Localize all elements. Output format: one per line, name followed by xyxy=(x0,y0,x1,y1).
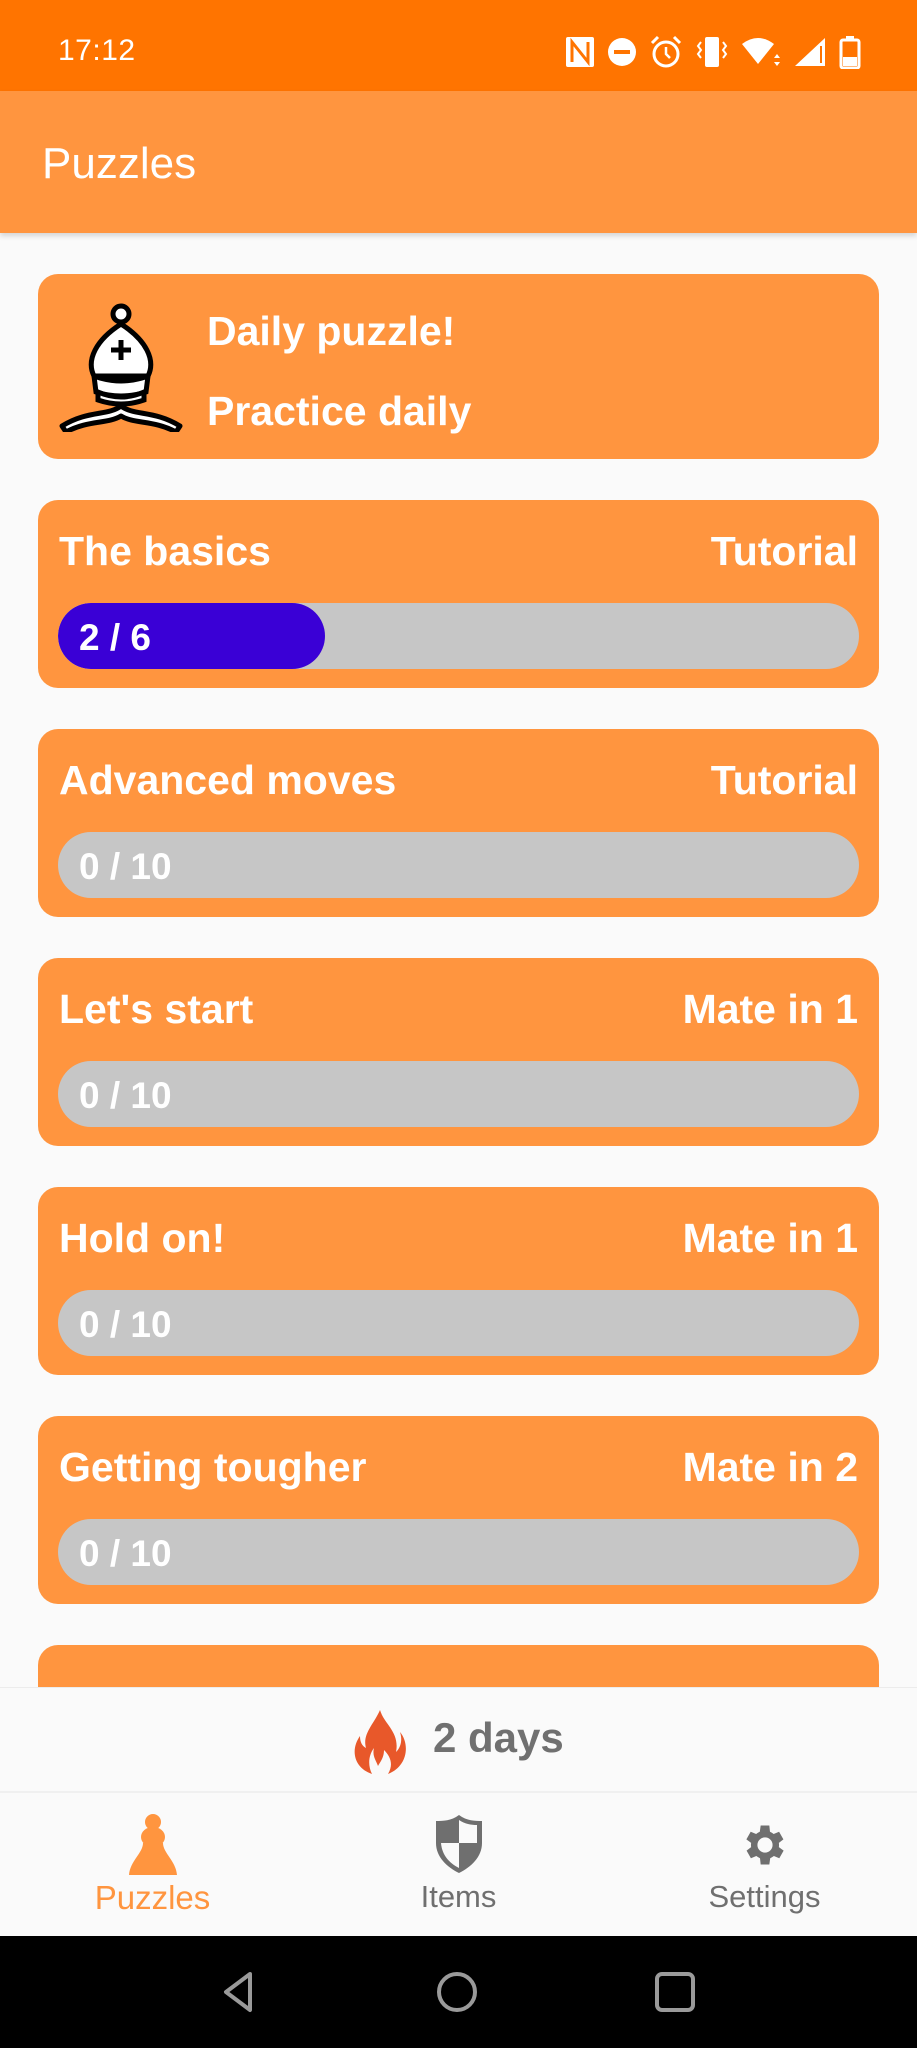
nav-item-items[interactable]: Items xyxy=(306,1793,611,1938)
puzzle-type: Mate in 1 xyxy=(682,986,858,1032)
progress-label: 0 / 10 xyxy=(79,1075,172,1116)
system-navigation-bar xyxy=(0,1936,917,2048)
chess-bishop-icon xyxy=(59,303,183,432)
battery-icon xyxy=(839,36,861,69)
streak-bar: 2 days xyxy=(0,1687,917,1791)
daily-puzzle-subtitle: Practice daily xyxy=(207,388,472,434)
progress-bar: 0 / 10 xyxy=(58,1519,859,1585)
puzzle-type: Tutorial xyxy=(710,757,858,803)
nav-item-puzzles[interactable]: Puzzles xyxy=(0,1793,305,1938)
vibrate-icon xyxy=(696,37,728,67)
bottom-nav: Puzzles Items Settings xyxy=(0,1791,917,1936)
progress-label: 2 / 6 xyxy=(79,617,151,658)
progress-label: 0 / 10 xyxy=(79,1533,172,1574)
puzzle-card[interactable]: Hold on! Mate in 1 0 / 10 xyxy=(38,1187,879,1375)
puzzle-card-partial[interactable] xyxy=(38,1645,879,1687)
app-bar: Puzzles xyxy=(0,91,917,233)
progress-bar: 0 / 10 xyxy=(58,1061,859,1127)
gear-icon xyxy=(745,1825,784,1865)
nfc-icon xyxy=(566,37,594,67)
puzzle-title: Let's start xyxy=(59,986,254,1032)
flame-icon xyxy=(354,1710,406,1774)
puzzle-type: Mate in 2 xyxy=(682,1444,858,1490)
back-icon[interactable] xyxy=(214,1966,266,2018)
puzzle-card[interactable]: Getting tougher Mate in 2 0 / 10 xyxy=(38,1416,879,1604)
puzzle-card[interactable]: The basics Tutorial 2 / 6 xyxy=(38,500,879,688)
puzzle-type: Tutorial xyxy=(710,528,858,574)
puzzle-title: The basics xyxy=(59,528,271,574)
alarm-icon xyxy=(650,35,682,68)
do-not-disturb-icon xyxy=(608,38,636,66)
puzzle-card[interactable]: Let's start Mate in 1 0 / 10 xyxy=(38,958,879,1146)
nav-label-items: Items xyxy=(420,1879,497,1914)
puzzle-title: Hold on! xyxy=(59,1215,226,1261)
status-bar: 17:12 xyxy=(0,0,917,91)
status-icons xyxy=(565,32,861,72)
progress-bar: 0 / 10 xyxy=(58,832,859,898)
cell-signal-icon xyxy=(795,38,825,66)
recents-icon[interactable] xyxy=(649,1966,701,2018)
status-time: 17:12 xyxy=(58,34,136,67)
progress-label: 0 / 10 xyxy=(79,846,172,887)
puzzle-list[interactable]: Daily puzzle! Practice daily The basics T… xyxy=(0,233,917,1687)
progress-bar: 0 / 10 xyxy=(58,1290,859,1356)
chess-pawn-icon xyxy=(128,1814,177,1875)
daily-puzzle-card[interactable]: Daily puzzle! Practice daily xyxy=(38,274,879,459)
nav-item-settings[interactable]: Settings xyxy=(612,1793,917,1938)
shield-icon xyxy=(435,1815,482,1873)
home-icon[interactable] xyxy=(431,1966,483,2018)
streak-label: 2 days xyxy=(433,1714,564,1761)
wifi-icon xyxy=(742,38,780,66)
nav-label-settings: Settings xyxy=(708,1879,821,1914)
nav-label-puzzles: Puzzles xyxy=(94,1879,211,1916)
progress-bar: 2 / 6 xyxy=(58,603,859,669)
puzzle-card[interactable]: Advanced moves Tutorial 0 / 10 xyxy=(38,729,879,917)
puzzle-type: Mate in 1 xyxy=(682,1215,858,1261)
daily-puzzle-title: Daily puzzle! xyxy=(207,308,456,354)
page-title: Puzzles xyxy=(42,139,197,188)
puzzle-title: Getting tougher xyxy=(59,1444,367,1490)
puzzle-title: Advanced moves xyxy=(59,757,397,803)
progress-label: 0 / 10 xyxy=(79,1304,172,1345)
